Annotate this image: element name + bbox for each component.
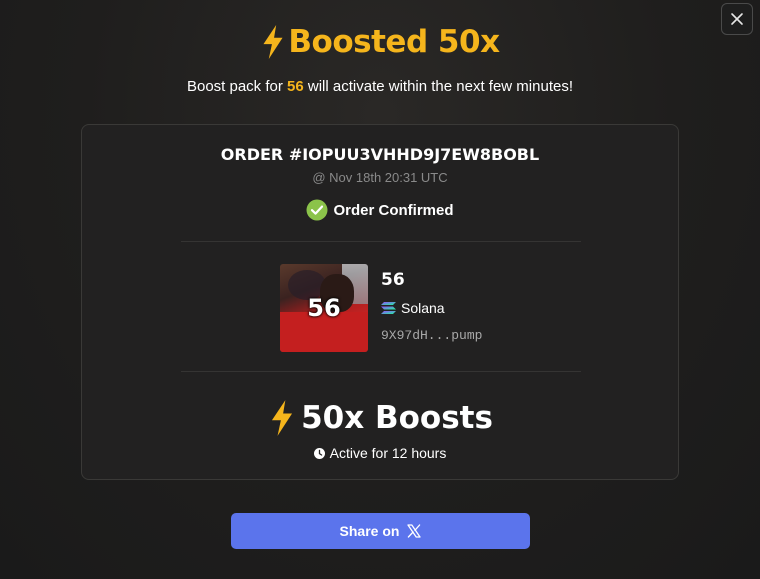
solana-icon xyxy=(381,302,396,314)
check-circle-icon xyxy=(306,199,328,221)
title-text: Boosted 50x xyxy=(288,24,500,60)
lightning-icon xyxy=(263,25,283,59)
token-image: 56 xyxy=(280,264,368,352)
boost-duration: Active for 12 hours xyxy=(82,445,678,461)
modal-title: Boosted 50x xyxy=(0,24,760,60)
share-on-x-button[interactable]: Share on xyxy=(231,513,530,549)
token-name: 56 xyxy=(381,270,405,290)
order-status: Order Confirmed xyxy=(82,199,678,221)
boost-summary: 50x Boosts xyxy=(82,399,678,437)
lightning-icon xyxy=(272,400,293,436)
token-address[interactable]: 9X97dH...pump xyxy=(381,328,482,343)
status-text: Order Confirmed xyxy=(333,201,454,219)
subtitle: Boost pack for 56 will activate within t… xyxy=(186,78,574,95)
order-card: ORDER #IOPUU3VHHD9J7EW8BOBL @ Nov 18th 2… xyxy=(81,124,679,480)
divider xyxy=(181,241,581,242)
share-label: Share on xyxy=(339,523,400,539)
token-image-label: 56 xyxy=(307,294,341,322)
duration-text: Active for 12 hours xyxy=(329,445,447,461)
token-chain: Solana xyxy=(381,300,445,316)
subtitle-token: 56 xyxy=(287,78,304,95)
order-id: ORDER #IOPUU3VHHD9J7EW8BOBL xyxy=(220,145,540,164)
x-logo-icon xyxy=(407,524,422,538)
divider xyxy=(181,371,581,372)
clock-icon xyxy=(313,447,325,459)
chain-label: Solana xyxy=(401,300,445,316)
boost-label: 50x Boosts xyxy=(301,400,493,436)
order-date: @ Nov 18th 20:31 UTC xyxy=(312,170,448,185)
